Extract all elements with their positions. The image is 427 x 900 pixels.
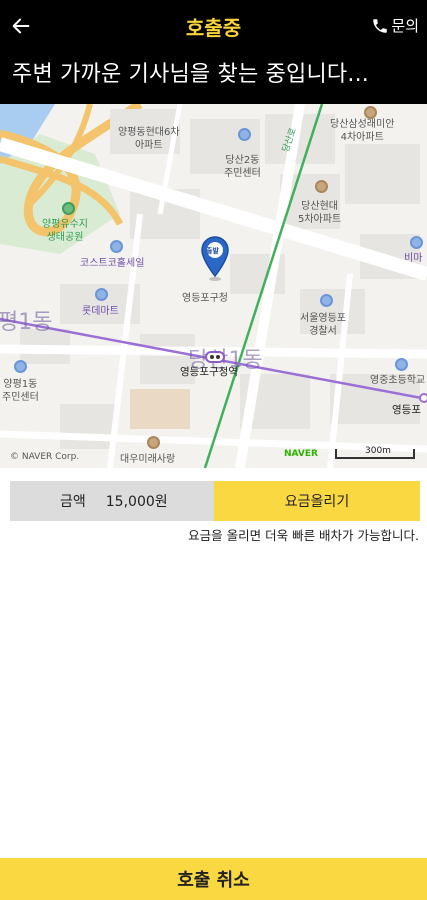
subway-station-icon (205, 351, 225, 363)
fare-value: 15,000원 (105, 494, 168, 510)
map-base (0, 104, 427, 468)
map-label-park: 양평유수지 생태공원 (42, 219, 88, 243)
inquiry-label: 문의 (391, 17, 419, 35)
public-office-icon (238, 128, 251, 141)
map-label-bima: 비마 (404, 253, 423, 264)
shopping-icon (110, 240, 123, 253)
map-label-apt6: 양평동현대6차 아파트 (118, 127, 180, 151)
fare-display: 금액 15,000원 (10, 481, 214, 521)
map-label-station: 영등포구청역 (180, 366, 238, 378)
map-label-district-1: 평1동 (0, 310, 53, 335)
inquiry-button[interactable]: 문의 (371, 15, 419, 36)
map-copyright: © NAVER Corp. (10, 452, 80, 462)
fare-label: 금액 (60, 494, 86, 510)
back-arrow-icon (12, 18, 30, 34)
fare-hint-text: 요금을 올리면 더욱 빠른 배차가 가능합니다. (188, 528, 419, 543)
search-status-text: 주변 가까운 기사님을 찾는 중입니다... (12, 62, 369, 87)
apartment-icon (364, 106, 377, 119)
map-label-costco: 코스트코홀세일 (80, 258, 145, 269)
shopping-icon (95, 288, 108, 301)
park-icon (62, 202, 75, 215)
map-scale-label: 300m (365, 446, 391, 456)
pin-badge: 출발 (206, 247, 219, 255)
top-bar: 호출중 문의 주변 가까운 기사님을 찾는 중입니다... (0, 0, 427, 104)
apartment-icon (147, 436, 160, 449)
map-label-yeongdeungpo: 영등포 (392, 404, 421, 416)
shopping-icon (410, 236, 423, 249)
school-icon (395, 358, 408, 371)
fare-row: 금액 15,000원 요금올리기 (10, 481, 420, 521)
apartment-icon (315, 180, 328, 193)
public-office-icon (14, 360, 27, 373)
map-label-yeongjung: 영중초등학교 (370, 375, 426, 386)
raise-fare-button[interactable]: 요금올리기 (214, 481, 420, 521)
police-icon (320, 294, 333, 307)
map-view[interactable]: 양평동현대6차 아파트 당산삼성래미안 4차아파트 당산2동 주민센터 당산현대 5차아… (0, 104, 427, 468)
phone-icon (373, 18, 388, 33)
map-label-dangsan-apt5: 당산현대 5차아파트 (298, 201, 342, 225)
map-label-pin-place: 영등포구청 (182, 293, 228, 304)
naver-logo: NAVER (284, 449, 318, 459)
map-label-lotte: 롯데마트 (82, 306, 119, 317)
map-label-yangpyeong1: 양평1동 주민센터 (2, 379, 39, 403)
app-screen: 호출중 문의 주변 가까운 기사님을 찾는 중입니다... 양평동현대6차 아파… (0, 0, 427, 900)
map-label-dangsan-apt4: 당산삼성래미안 4차아파트 (330, 119, 395, 143)
back-button[interactable] (10, 12, 34, 40)
map-label-police: 서울영등포 경찰서 (300, 313, 346, 337)
cancel-call-button[interactable]: 호출 취소 (0, 858, 427, 900)
page-title: 호출중 (185, 16, 242, 40)
map-label-dangsan2: 당산2동 주민센터 (224, 155, 261, 179)
pickup-pin-icon (201, 236, 229, 281)
map-label-daewoo: 대우미래사랑 (120, 454, 176, 465)
